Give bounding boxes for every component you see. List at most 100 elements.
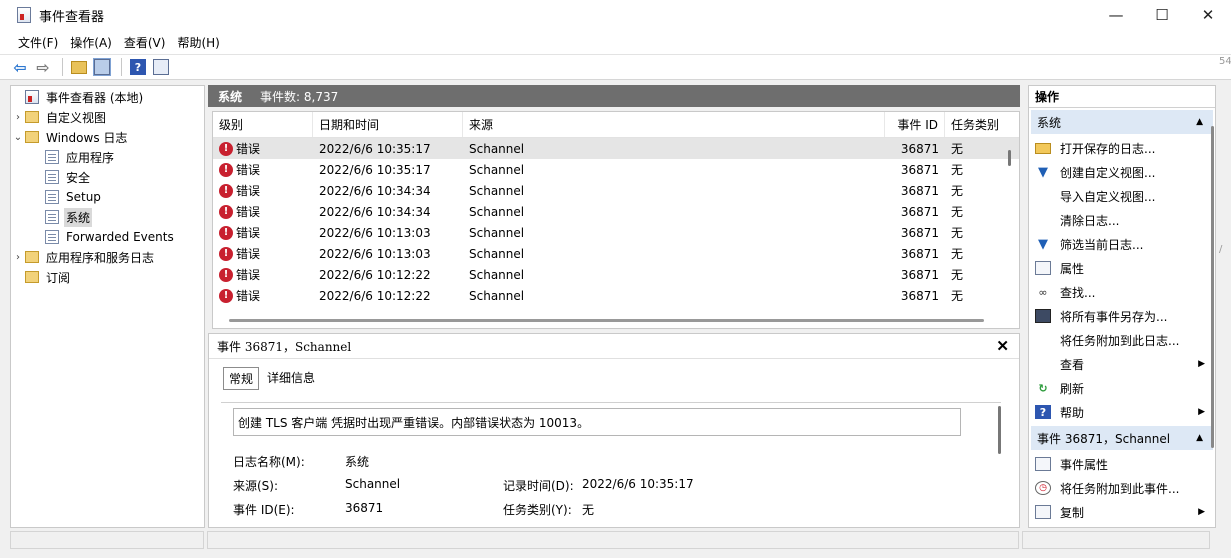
chevron-right-icon[interactable]: ›	[11, 252, 25, 263]
action-label: 创建自定义视图...	[1060, 165, 1156, 180]
menu-action[interactable]: 操作(A)	[64, 34, 118, 51]
tree-item-root[interactable]: 事件查看器 (本地)	[11, 87, 204, 107]
cell-event-id: 36871	[900, 204, 939, 219]
column-event-id[interactable]: 事件 ID	[885, 112, 945, 137]
event-viewer-icon	[17, 7, 31, 23]
error-icon: !	[219, 162, 233, 177]
console-tree-icon	[93, 58, 111, 76]
tree-label: 订阅	[46, 270, 71, 285]
error-icon: !	[219, 246, 233, 261]
tree-item-windows-logs[interactable]: ⌄ Windows 日志	[11, 127, 204, 147]
back-button[interactable]: ⇦	[10, 57, 30, 77]
action-item[interactable]: ▼ 筛选当前日志...	[1029, 232, 1215, 256]
event-row[interactable]: ! 错误 2022/6/6 10:13:03 Schannel 36871 无	[213, 243, 1019, 264]
collapse-icon[interactable]: ▲	[1196, 433, 1203, 443]
toolbar-separator	[62, 58, 63, 76]
forward-arrow-icon: ⇨	[36, 57, 50, 77]
action-item[interactable]: ? 帮助 ▶	[1029, 400, 1215, 424]
action-item[interactable]: 清除日志...	[1029, 208, 1215, 232]
menu-view[interactable]: 查看(V)	[118, 34, 172, 51]
forward-button[interactable]: ⇨	[33, 57, 53, 77]
actions-section-system[interactable]: 系统 ▲	[1031, 110, 1213, 134]
action-item[interactable]: 打开保存的日志...	[1029, 136, 1215, 160]
event-row[interactable]: ! 错误 2022/6/6 10:35:17 Schannel 36871 无	[213, 138, 1019, 159]
minimize-button[interactable]: —	[1093, 0, 1139, 30]
action-label: 查看	[1060, 357, 1085, 372]
list-horizontal-scrollbar[interactable]	[229, 319, 984, 322]
detail-vertical-scrollbar[interactable]	[998, 406, 1001, 454]
up-folder-button[interactable]	[69, 57, 89, 77]
menu-file[interactable]: 文件(F)	[12, 34, 64, 51]
cell-task: 无	[951, 247, 964, 261]
tree-label: 应用程序	[66, 150, 115, 165]
event-description[interactable]: 创建 TLS 客户端 凭据时出现严重错误。内部错误状态为 10013。	[233, 408, 961, 436]
action-item[interactable]: 事件属性	[1029, 452, 1215, 476]
action-item[interactable]: 将所有事件另存为...	[1029, 304, 1215, 328]
actions-section-event[interactable]: 事件 36871，Schannel ▲	[1031, 426, 1213, 450]
event-actions: 事件属性 ◷ 将任务附加到此事件... 复制 ▶	[1029, 452, 1215, 524]
help-button[interactable]: ?	[128, 57, 148, 77]
cell-source: Schannel	[469, 267, 525, 282]
action-item[interactable]: ↻ 刷新	[1029, 376, 1215, 400]
collapse-icon[interactable]: ▲	[1196, 117, 1203, 127]
event-row[interactable]: ! 错误 2022/6/6 10:34:34 Schannel 36871 无	[213, 201, 1019, 222]
event-row[interactable]: ! 错误 2022/6/6 10:35:17 Schannel 36871 无	[213, 159, 1019, 180]
list-header: 级别 日期和时间 来源 事件 ID 任务类别	[213, 112, 1019, 138]
event-row[interactable]: ! 错误 2022/6/6 10:12:22 Schannel 36871 无	[213, 264, 1019, 285]
chevron-down-icon[interactable]: ⌄	[11, 132, 25, 143]
log-name-label: 日志名称(M):	[233, 455, 305, 469]
action-item[interactable]: ▼ 创建自定义视图...	[1029, 160, 1215, 184]
tree-item-system[interactable]: 系统	[11, 207, 204, 227]
event-row[interactable]: ! 错误 2022/6/6 10:13:03 Schannel 36871 无	[213, 222, 1019, 243]
show-action-pane-button[interactable]	[151, 57, 171, 77]
menu-help[interactable]: 帮助(H)	[171, 34, 225, 51]
show-tree-button[interactable]	[92, 57, 112, 77]
action-item[interactable]: 复制 ▶	[1029, 500, 1215, 524]
tree-item-app-service-logs[interactable]: › 应用程序和服务日志	[11, 247, 204, 267]
event-row[interactable]: ! 错误 2022/6/6 10:12:22 Schannel 36871 无	[213, 285, 1019, 306]
event-viewer-icon	[25, 90, 39, 104]
cell-task: 无	[951, 205, 964, 219]
detail-close-button[interactable]: ✕	[996, 337, 1009, 355]
column-task[interactable]: 任务类别	[945, 112, 1003, 137]
action-item[interactable]: 属性	[1029, 256, 1215, 280]
cell-task: 无	[951, 142, 964, 156]
column-source[interactable]: 来源	[463, 112, 885, 137]
action-label: 将任务附加到此事件...	[1060, 481, 1180, 496]
cell-event-id: 36871	[900, 288, 939, 303]
action-label: 筛选当前日志...	[1060, 237, 1144, 252]
list-vertical-scrollbar[interactable]	[1008, 150, 1011, 166]
tree-item-application[interactable]: 应用程序	[11, 147, 204, 167]
tree-label: 自定义视图	[46, 110, 107, 125]
section-label: 事件 36871，Schannel	[1037, 431, 1171, 446]
maximize-button[interactable]: ☐	[1139, 0, 1185, 30]
task-value: 无	[582, 503, 595, 517]
tree-item-forwarded-events[interactable]: Forwarded Events	[11, 227, 204, 247]
close-button[interactable]: ✕	[1185, 0, 1231, 30]
event-row[interactable]: ! 错误 2022/6/6 10:34:34 Schannel 36871 无	[213, 180, 1019, 201]
action-item[interactable]: 导入自定义视图...	[1029, 184, 1215, 208]
error-icon: !	[219, 225, 233, 240]
binoculars-icon: ∞	[1038, 285, 1048, 299]
error-icon: !	[219, 204, 233, 219]
action-item[interactable]: ◷ 将任务附加到此事件...	[1029, 476, 1215, 500]
actions-vertical-scrollbar[interactable]	[1211, 126, 1214, 448]
action-item[interactable]: ∞ 查找...	[1029, 280, 1215, 304]
column-datetime[interactable]: 日期和时间	[313, 112, 463, 137]
action-item[interactable]: 将任务附加到此日志...	[1029, 328, 1215, 352]
up-folder-icon	[71, 60, 87, 74]
tab-details[interactable]: 详细信息	[262, 367, 320, 390]
chevron-right-icon[interactable]: ›	[11, 112, 25, 123]
cell-source: Schannel	[469, 183, 525, 198]
column-level[interactable]: 级别	[213, 112, 313, 137]
action-label: 将所有事件另存为...	[1060, 309, 1168, 324]
action-item[interactable]: 查看 ▶	[1029, 352, 1215, 376]
tree-item-security[interactable]: 安全	[11, 167, 204, 187]
event-detail-pane: 事件 36871，Schannel ✕ 常规 详细信息 创建 TLS 客户端 凭…	[208, 333, 1020, 528]
copy-icon	[1035, 505, 1051, 519]
tree-item-custom-views[interactable]: › 自定义视图	[11, 107, 204, 127]
tab-general[interactable]: 常规	[223, 367, 260, 390]
tree-item-subscriptions[interactable]: 订阅	[11, 267, 204, 287]
tree-item-setup[interactable]: Setup	[11, 187, 204, 207]
system-actions: 打开保存的日志... ▼ 创建自定义视图... 导入自定义视图... 清除日志... ▼ 筛…	[1029, 136, 1215, 424]
